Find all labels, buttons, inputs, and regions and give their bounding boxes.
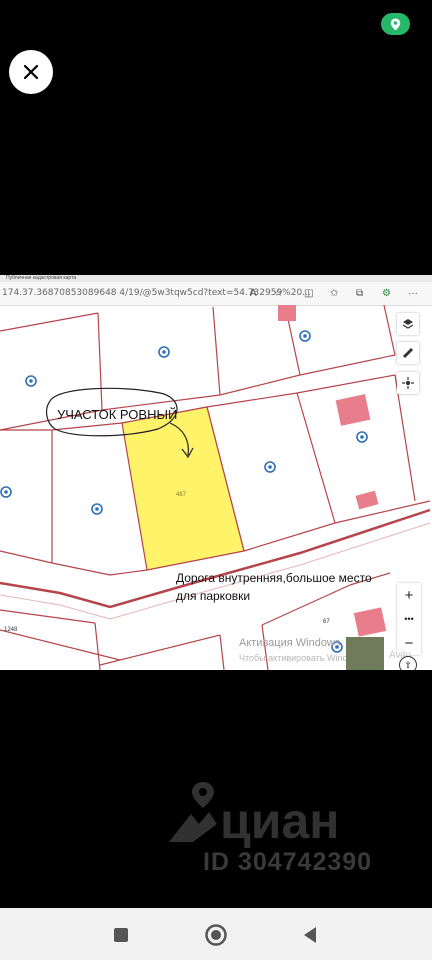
road-caption-line2: для парковки (176, 589, 250, 603)
split-icon[interactable]: ◫ (304, 288, 313, 299)
back-button[interactable] (297, 922, 323, 948)
favorite-icon[interactable]: ☆ (274, 288, 283, 299)
extensions-icon[interactable]: ⚙ (382, 288, 391, 299)
home-button[interactable] (203, 922, 229, 948)
back-icon (304, 927, 316, 943)
listing-id: ID 304742390 (203, 848, 373, 876)
locate-button[interactable] (397, 372, 419, 394)
location-button[interactable] (381, 13, 410, 35)
browser-toolbar: Публичная кадастровая карта 174.37.36870… (0, 275, 432, 306)
cadastral-map[interactable]: УЧАСТОК РОВНЫЙ 487 Дорога внутренняя,бол… (0, 305, 432, 670)
layers-icon (402, 319, 414, 329)
buildings (278, 305, 387, 637)
plot-number-bottom: 67 (323, 619, 330, 625)
windows-watermark-subtitle: Чтобы активировать Windows (239, 653, 364, 663)
highlighted-plot[interactable] (121, 406, 245, 571)
location-pin-icon (390, 18, 401, 30)
cian-brand: циан (220, 793, 340, 849)
home-icon (205, 924, 227, 946)
layers-button[interactable] (397, 313, 419, 335)
reader-icon[interactable]: A (250, 288, 257, 299)
compass-icon[interactable]: ⇧ (399, 656, 417, 670)
system-navigation-bar (0, 908, 432, 960)
listing-photo[interactable]: Публичная кадастровая карта 174.37.36870… (0, 275, 432, 670)
recents-button[interactable] (108, 922, 134, 948)
callout-text: УЧАСТОК РОВНЫЙ (57, 407, 177, 422)
collections-icon[interactable]: ⧉ (356, 288, 363, 299)
cian-logo-icon (169, 782, 217, 842)
ruler-icon (402, 347, 414, 359)
plot-number-left: 1248 (4, 627, 18, 633)
plot-number: 487 (176, 492, 187, 498)
favorites-list-icon[interactable]: ✩ (330, 288, 338, 299)
zoom-in-button[interactable]: + (397, 583, 421, 607)
zoom-more-button[interactable]: ••• (397, 607, 421, 631)
zoom-control: + ••• − (397, 583, 421, 655)
more-icon[interactable]: ··· (408, 288, 418, 299)
windows-watermark-title: Активация Windows (239, 637, 341, 649)
close-button[interactable] (9, 50, 53, 94)
satellite-thumbnail[interactable] (346, 637, 384, 670)
road-caption-line1: Дорога внутренняя,большое место (176, 571, 372, 585)
close-icon (23, 64, 39, 80)
browser-tab: Публичная кадастровая карта (0, 275, 432, 282)
ruler-button[interactable] (397, 342, 419, 364)
locate-icon (402, 377, 414, 389)
recents-icon (114, 928, 128, 942)
address-bar-url[interactable]: 174.37.36870853089648 4/19/@5w3tqw5cd?te… (2, 288, 311, 298)
tab-title: Публичная кадастровая карта (6, 275, 77, 281)
